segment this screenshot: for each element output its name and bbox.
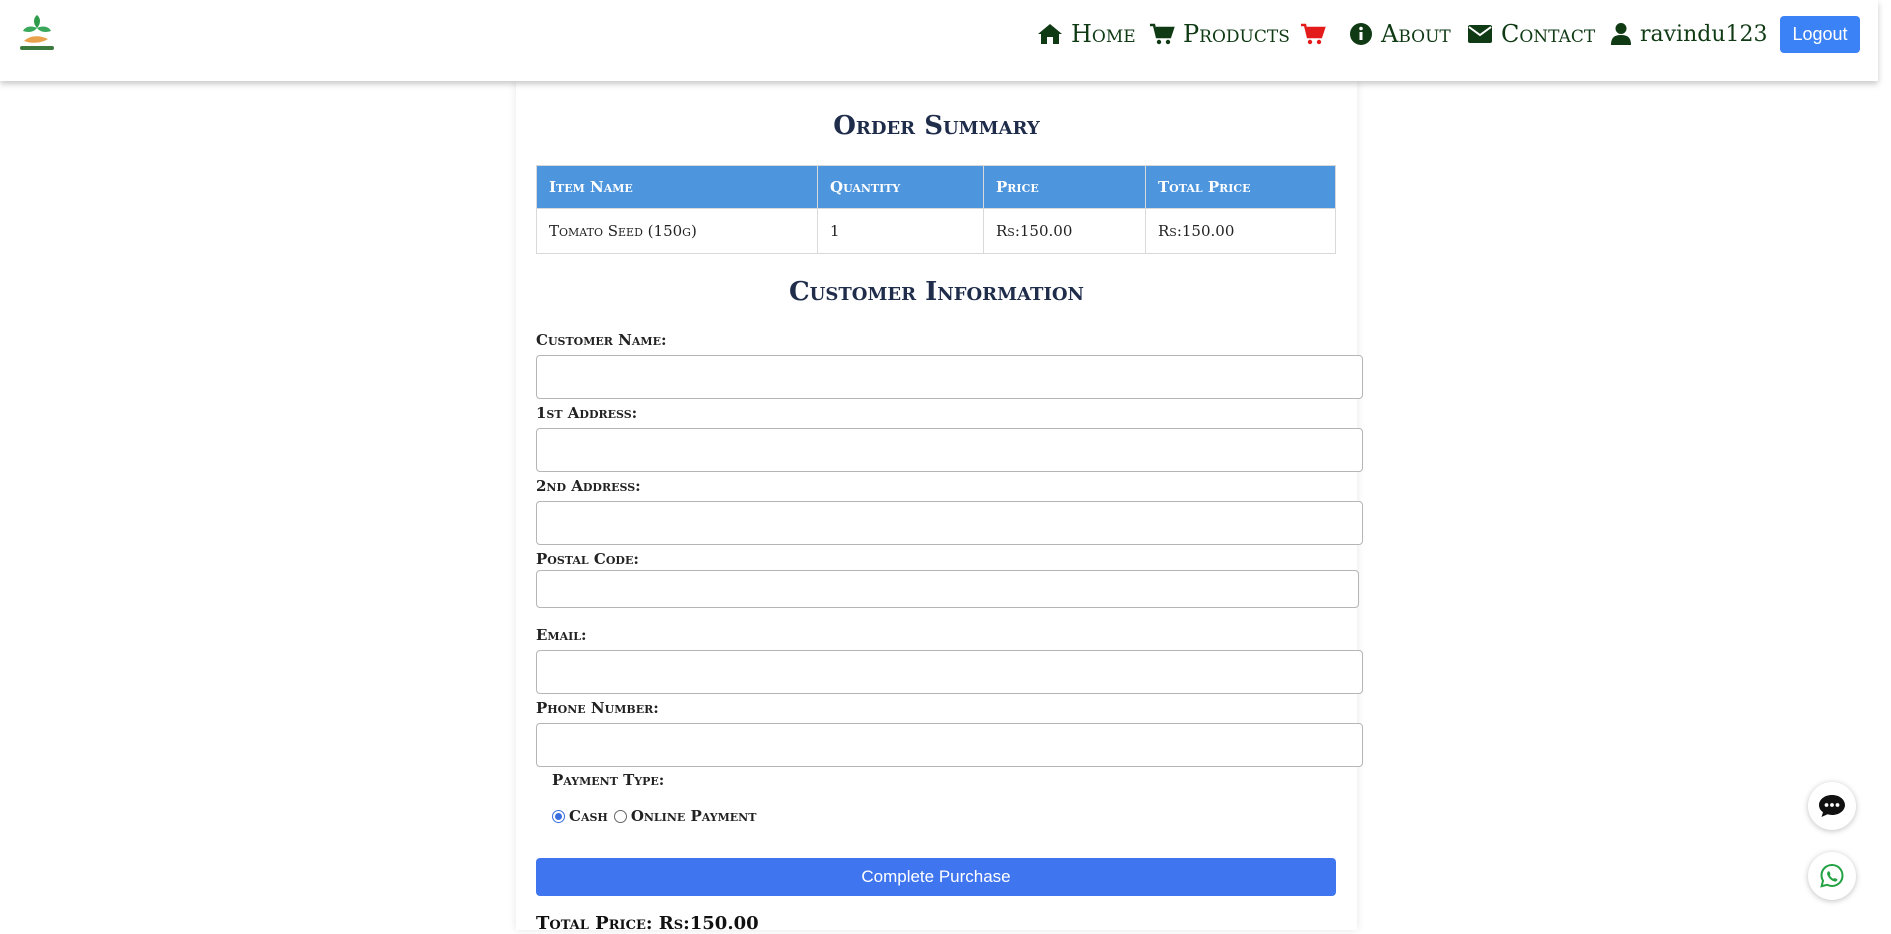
address2-input[interactable]: [536, 501, 1363, 545]
user-icon: [1611, 23, 1631, 45]
navbar: Home Products About Contact ravindu123 L…: [0, 0, 1878, 81]
customer-name-input[interactable]: [536, 355, 1363, 399]
nav-contact-label: Contact: [1501, 20, 1596, 48]
table-header-row: Item Name Quantity Price Total Price: [536, 165, 1336, 209]
address1-label: 1st Address:: [536, 404, 638, 422]
home-icon: [1038, 24, 1062, 44]
postal-code-label: Postal Code:: [536, 550, 639, 568]
cell-quantity: 1: [817, 208, 984, 254]
nav-home-label: Home: [1071, 20, 1136, 48]
postal-code-input[interactable]: [536, 570, 1359, 608]
site-logo[interactable]: [14, 9, 60, 55]
column-header: Item Name: [536, 165, 818, 209]
whatsapp-button[interactable]: [1808, 852, 1856, 900]
nav-user-label: ravindu123: [1640, 21, 1768, 47]
email-input[interactable]: [536, 650, 1363, 694]
email-label: Email:: [536, 626, 587, 644]
logout-button[interactable]: Logout: [1780, 16, 1860, 53]
online-payment-label: Online Payment: [630, 807, 757, 825]
nav-cart[interactable]: [1300, 14, 1326, 54]
phone-number-label: Phone Number:: [536, 699, 659, 717]
customer-info-title: Customer Information: [788, 277, 1084, 307]
checkout-panel: Order Summary Item Name Quantity Price T…: [516, 81, 1363, 934]
chat-button[interactable]: [1808, 782, 1856, 830]
cash-radio[interactable]: [552, 809, 565, 823]
address1-input[interactable]: [536, 428, 1363, 472]
order-summary-table: Item Name Quantity Price Total Price Tom…: [536, 165, 1336, 254]
chat-bubble-icon: [1819, 795, 1845, 817]
info-icon: [1350, 23, 1372, 45]
nav-contact[interactable]: Contact: [1467, 14, 1595, 54]
nav-products-label: Products: [1183, 20, 1290, 48]
online-payment-radio[interactable]: [613, 809, 627, 823]
customer-name-label: Customer Name:: [536, 331, 667, 349]
column-header: Price: [983, 165, 1146, 209]
payment-type-label: Payment Type:: [552, 771, 665, 789]
nav-about[interactable]: About: [1349, 14, 1451, 54]
nav-user[interactable]: ravindu123: [1610, 14, 1768, 54]
payment-type-options: Cash Online Payment: [552, 807, 756, 825]
envelope-icon: [1468, 25, 1492, 43]
column-header: Quantity: [817, 165, 984, 209]
cart-red-icon: [1301, 23, 1326, 45]
complete-purchase-button[interactable]: Complete Purchase: [536, 858, 1336, 896]
cell-item-name: Tomato Seed (150g): [536, 208, 818, 254]
cell-price: Rs:150.00: [983, 208, 1146, 254]
total-price-text: Total Price: Rs:150.00: [536, 913, 759, 934]
order-summary-title: Order Summary: [833, 111, 1040, 141]
phone-number-input[interactable]: [536, 723, 1363, 767]
logo-icon: [20, 15, 54, 50]
cell-total-price: Rs:150.00: [1145, 208, 1336, 254]
cash-label: Cash: [569, 807, 608, 825]
table-row: Tomato Seed (150g) 1 Rs:150.00 Rs:150.00: [536, 208, 1336, 254]
nav-home[interactable]: Home: [1037, 14, 1136, 54]
nav-about-label: About: [1381, 20, 1451, 48]
column-header: Total Price: [1145, 165, 1336, 209]
cart-icon: [1150, 23, 1175, 45]
whatsapp-icon: [1820, 863, 1844, 888]
address2-label: 2nd Address:: [536, 477, 641, 495]
nav-products[interactable]: Products: [1149, 14, 1290, 54]
